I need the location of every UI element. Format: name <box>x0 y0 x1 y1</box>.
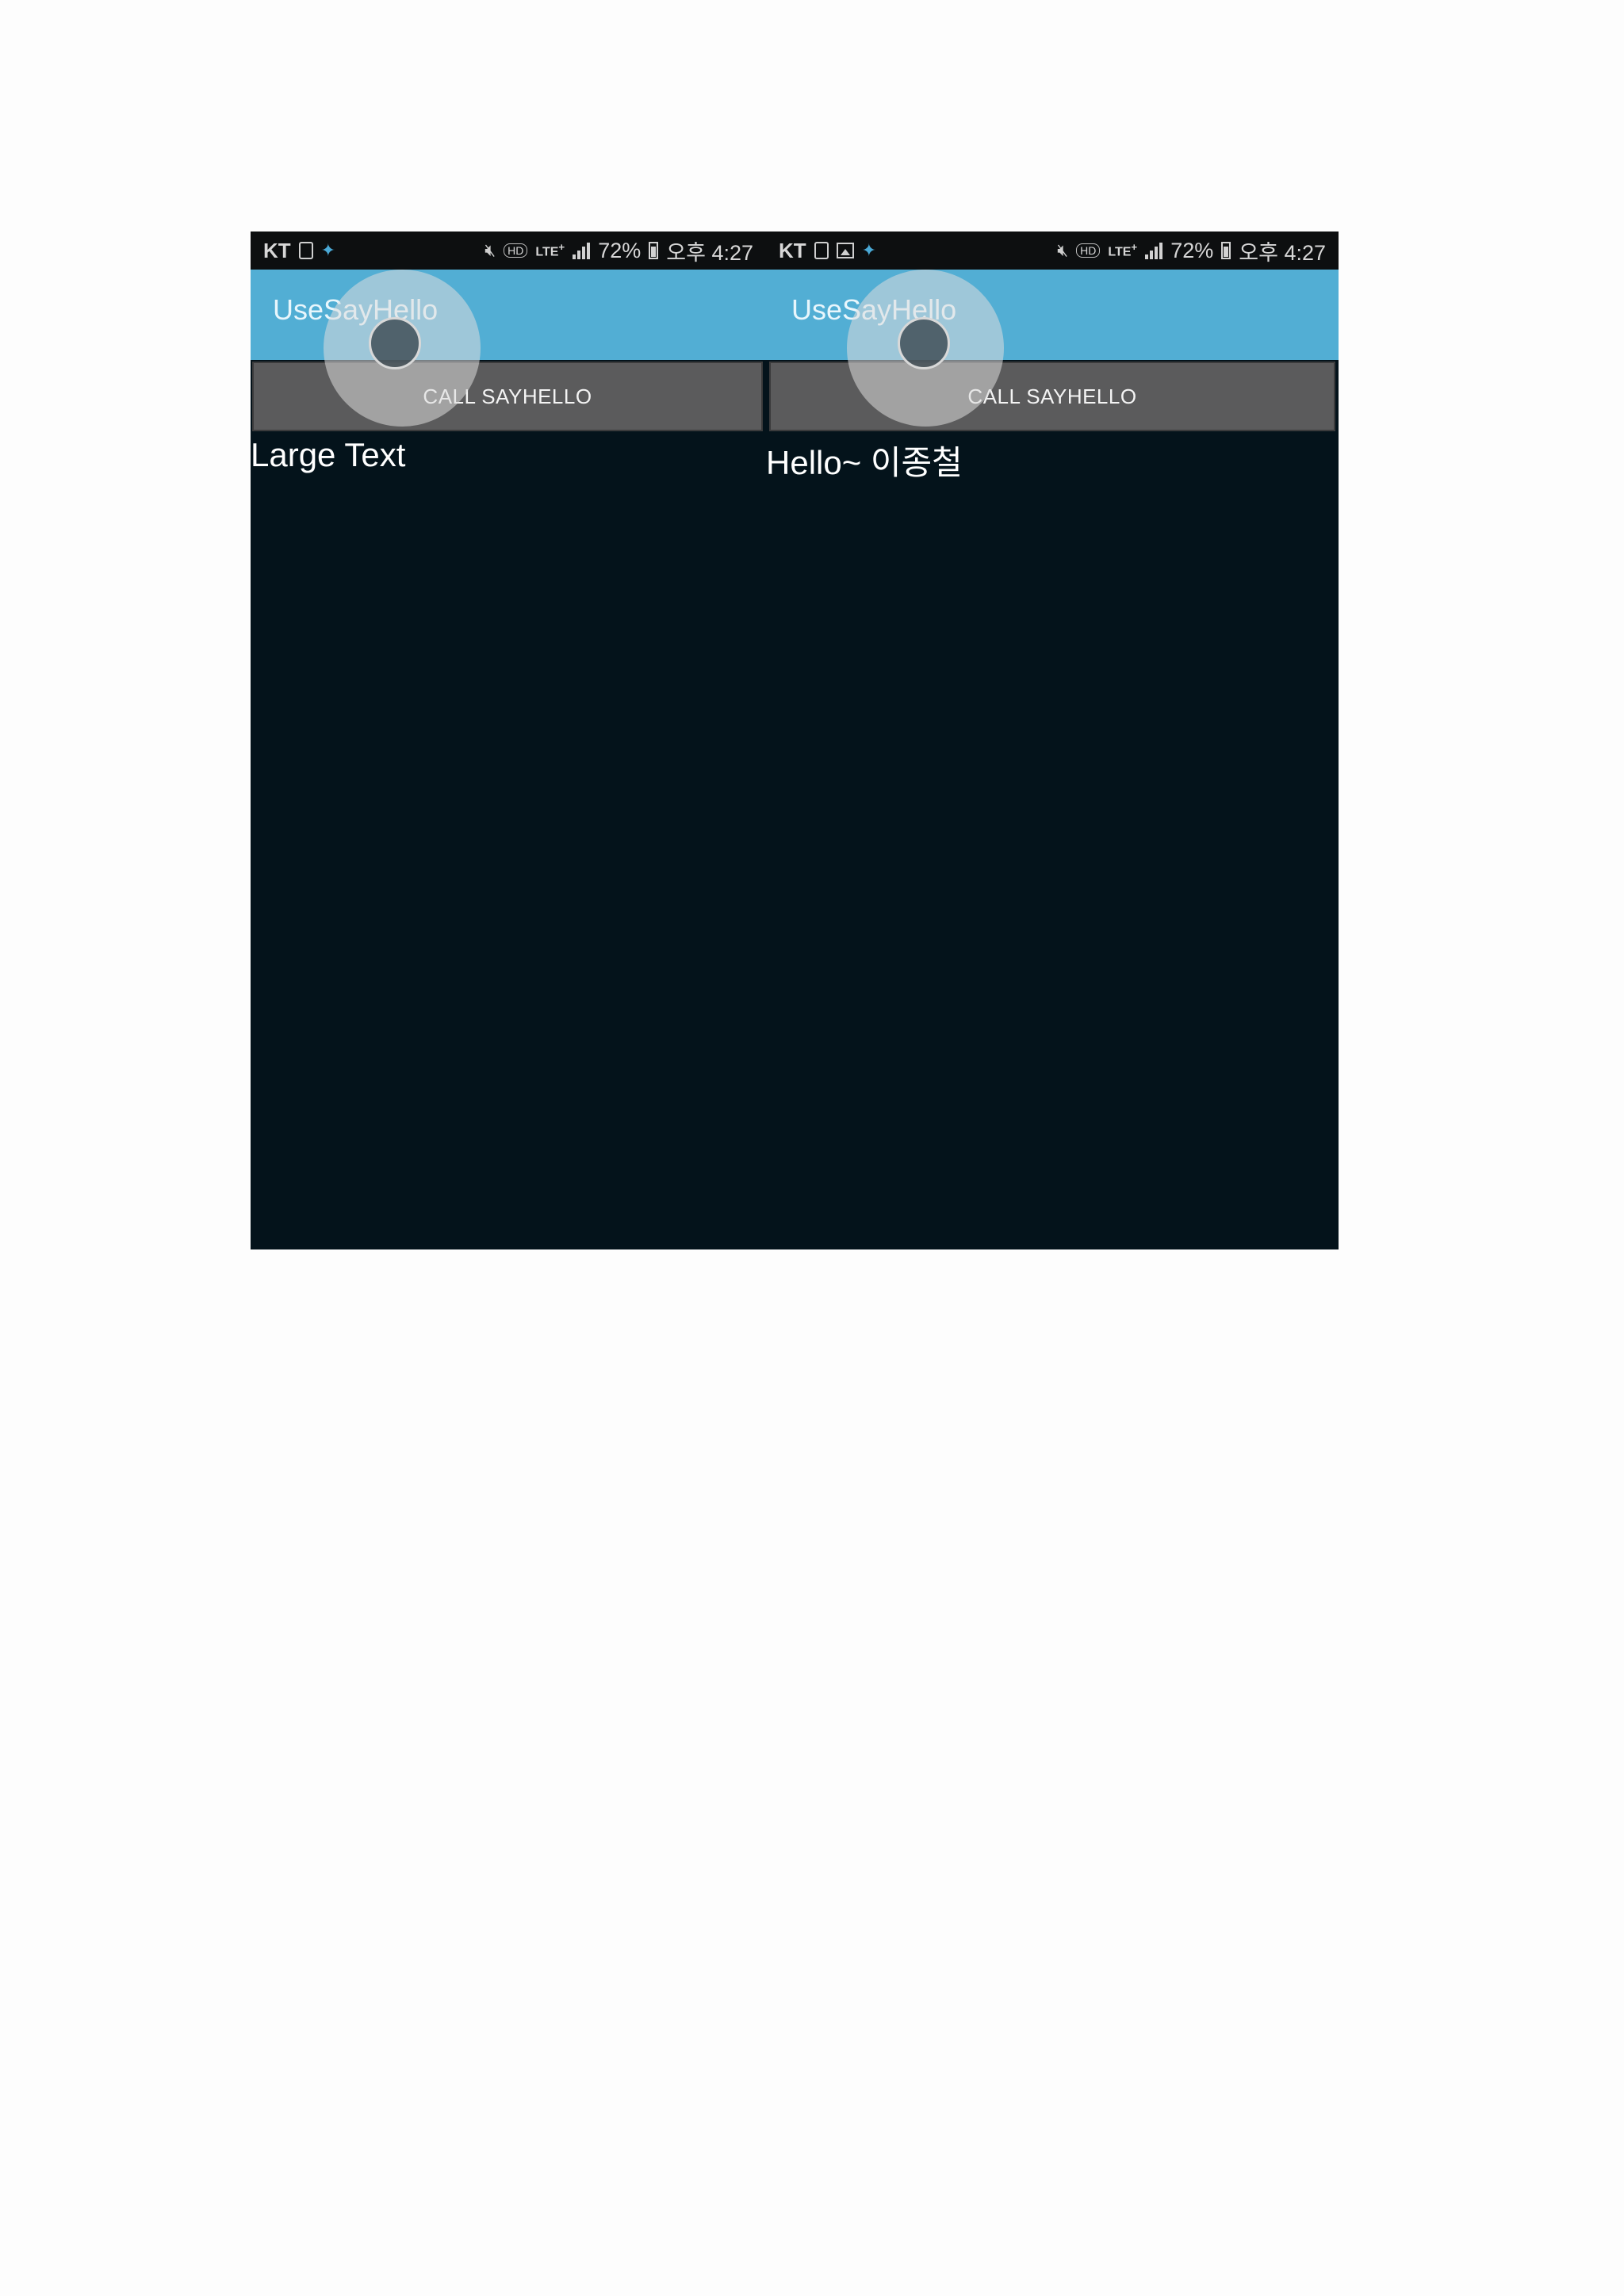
mute-icon: 🔇︎ <box>485 240 496 260</box>
bird-icon: ✦ <box>861 240 877 260</box>
status-bar: KT ✦ 🔇︎ HD LTE+ 72% 오후 4:27 <box>766 232 1339 270</box>
status-bar-left: KT ✦ <box>779 239 876 263</box>
result-text: Large Text <box>251 436 406 473</box>
battery-icon <box>649 242 659 259</box>
lte-plus-label: + <box>558 241 565 254</box>
sim-icon <box>298 242 313 259</box>
bird-icon: ✦ <box>320 240 336 260</box>
clock-time: 오후 4:27 <box>1239 240 1326 265</box>
clock-time: 오후 4:27 <box>666 240 753 265</box>
status-bar-left: KT ✦ <box>263 239 335 263</box>
phone-screenshot-before: KT ✦ 🔇︎ HD LTE+ 72% 오후 4:27 UseSayHello … <box>251 232 766 1249</box>
touch-indicator-dot <box>898 317 950 369</box>
signal-icon <box>573 242 591 259</box>
mute-icon: 🔇︎ <box>1057 240 1069 260</box>
carrier-label: KT <box>263 238 291 262</box>
lte-label: LTE <box>1108 245 1132 259</box>
carrier-label: KT <box>779 238 806 262</box>
lte-icon: LTE+ <box>535 241 565 259</box>
signal-icon <box>1145 242 1163 259</box>
lte-plus-label: + <box>1131 241 1138 254</box>
hd-icon: HD <box>504 243 528 258</box>
hd-icon: HD <box>1076 243 1101 258</box>
document-page: KT ✦ 🔇︎ HD LTE+ 72% 오후 4:27 UseSayHello … <box>0 0 1624 2296</box>
image-icon <box>836 243 854 258</box>
result-text: Hello~ 이종철 <box>766 444 963 481</box>
sim-icon <box>814 242 829 259</box>
battery-percent: 72% <box>598 238 642 262</box>
battery-icon <box>1221 242 1231 259</box>
status-bar-right: 🔇︎ HD LTE+ 72% 오후 4:27 <box>1057 235 1326 266</box>
lte-label: LTE <box>535 245 559 259</box>
status-bar: KT ✦ 🔇︎ HD LTE+ 72% 오후 4:27 <box>251 232 766 270</box>
lte-icon: LTE+ <box>1108 241 1137 259</box>
touch-indicator-dot <box>369 317 421 369</box>
battery-percent: 72% <box>1170 238 1214 262</box>
status-bar-right: 🔇︎ HD LTE+ 72% 오후 4:27 <box>485 235 753 266</box>
phone-screenshot-after: KT ✦ 🔇︎ HD LTE+ 72% 오후 4:27 UseSayHello … <box>766 232 1339 1249</box>
